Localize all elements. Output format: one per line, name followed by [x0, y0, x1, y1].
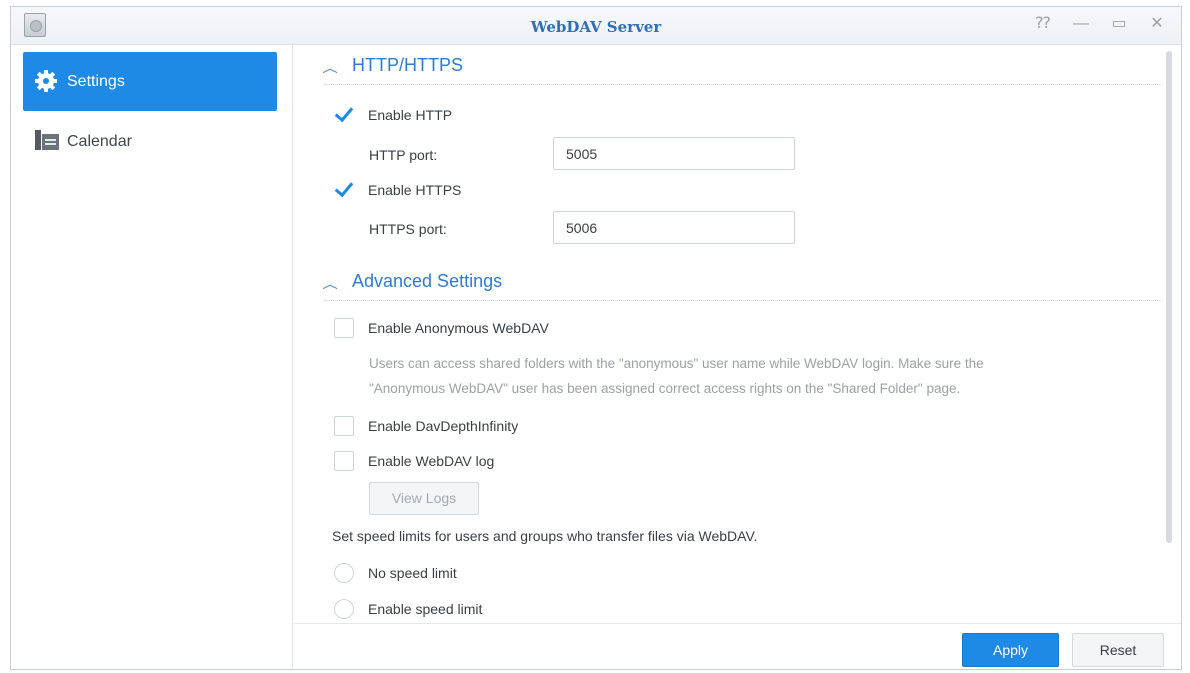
enable-speed-limit-radio[interactable] — [334, 599, 354, 619]
enable-http-row: Enable HTTP — [334, 103, 452, 127]
sidebar-item-calendar[interactable]: Calendar — [23, 112, 277, 171]
window-title: WebDAV Server — [530, 18, 662, 36]
sidebar-item-label: Calendar — [67, 132, 132, 150]
sidebar: Settings Calendar — [11, 45, 293, 669]
gear-icon — [35, 69, 59, 94]
webdav-log-checkbox[interactable] — [334, 451, 354, 471]
reset-button[interactable]: Reset — [1072, 633, 1164, 667]
vertical-scrollbar[interactable] — [1166, 51, 1172, 543]
view-logs-button[interactable]: View Logs — [369, 482, 479, 515]
enable-https-checkbox[interactable] — [334, 180, 354, 200]
enable-https-row: Enable HTTPS — [334, 178, 461, 202]
enable-https-label: Enable HTTPS — [368, 182, 462, 198]
description-line: Users can access shared folders with the… — [369, 356, 984, 371]
collapse-caret-icon[interactable]: ︿ — [322, 59, 338, 76]
sidebar-item-label: Settings — [67, 72, 125, 90]
no-speed-limit-row: No speed limit — [334, 561, 457, 585]
dav-depth-infinity-label: Enable DavDepthInfinity — [368, 418, 519, 434]
dav-depth-infinity-row: Enable DavDepthInfinity — [334, 414, 518, 438]
footer-bar: Apply Reset — [294, 623, 1181, 669]
settings-panel: ︿ HTTP/HTTPS Enable HTTP HTTP port: Enab… — [294, 45, 1181, 623]
description-line: "Anonymous WebDAV" user has been assigne… — [369, 381, 961, 396]
webdav-server-window: WebDAV Server ⁇ — ▭ ✕ Settings Calendar — [10, 6, 1182, 670]
apply-button[interactable]: Apply — [962, 633, 1059, 667]
no-speed-limit-label: No speed limit — [368, 565, 457, 581]
no-speed-limit-radio[interactable] — [334, 563, 354, 583]
anonymous-webdav-row: Enable Anonymous WebDAV — [334, 316, 549, 340]
section-advanced-settings[interactable]: ︿ Advanced Settings — [322, 271, 1162, 301]
enable-speed-limit-label: Enable speed limit — [368, 601, 483, 617]
section-http-https[interactable]: ︿ HTTP/HTTPS — [322, 55, 1162, 85]
webdav-log-row: Enable WebDAV log — [334, 449, 494, 473]
collapse-caret-icon[interactable]: ︿ — [322, 275, 338, 292]
anonymous-webdav-checkbox[interactable] — [334, 318, 354, 338]
speed-limit-intro: Set speed limits for users and groups wh… — [332, 528, 758, 544]
close-icon[interactable]: ✕ — [1149, 15, 1165, 33]
minimize-icon[interactable]: — — [1073, 15, 1089, 33]
maximize-icon[interactable]: ▭ — [1111, 15, 1127, 33]
anonymous-webdav-label: Enable Anonymous WebDAV — [368, 320, 549, 336]
anonymous-webdav-description: Users can access shared folders with the… — [369, 351, 1129, 401]
section-title: Advanced Settings — [352, 271, 503, 291]
section-title: HTTP/HTTPS — [352, 55, 463, 75]
help-icon[interactable]: ⁇ — [1035, 15, 1051, 33]
http-port-label: HTTP port: — [369, 147, 438, 163]
calendar-icon — [35, 129, 59, 154]
dav-depth-infinity-checkbox[interactable] — [334, 416, 354, 436]
https-port-label: HTTPS port: — [369, 221, 447, 237]
window-controls: ⁇ — ▭ ✕ — [1035, 15, 1165, 33]
https-port-input[interactable] — [553, 211, 795, 244]
enable-speed-limit-row: Enable speed limit — [334, 597, 482, 621]
sidebar-item-settings[interactable]: Settings — [23, 52, 277, 111]
enable-http-label: Enable HTTP — [368, 107, 453, 123]
title-bar[interactable]: WebDAV Server ⁇ — ▭ ✕ — [11, 7, 1181, 45]
webdav-log-label: Enable WebDAV log — [368, 453, 495, 469]
enable-http-checkbox[interactable] — [334, 105, 354, 125]
http-port-input[interactable] — [553, 137, 795, 170]
